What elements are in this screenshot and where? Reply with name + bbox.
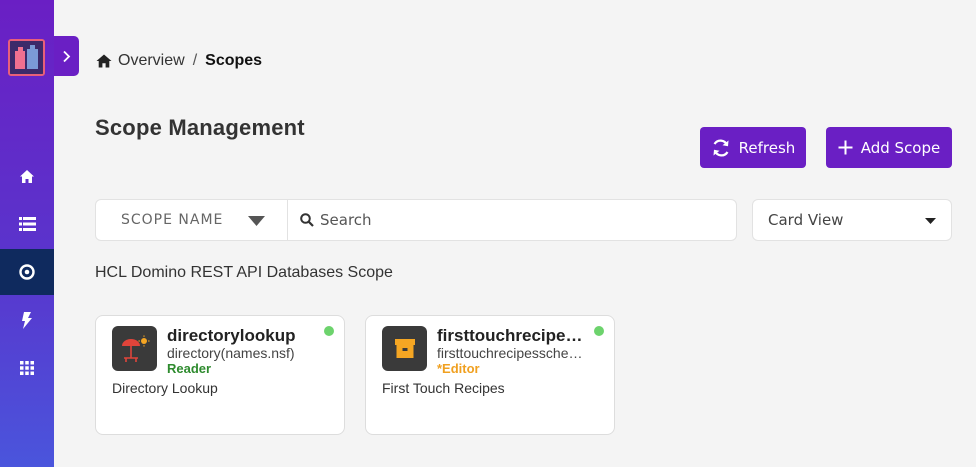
chevron-right-icon	[63, 50, 71, 62]
refresh-icon	[713, 139, 729, 156]
filter-bar: SCOPE NAME	[95, 199, 737, 241]
sidebar-item-scopes[interactable]	[0, 249, 54, 295]
breadcrumb: Overview / Scopes	[96, 52, 262, 70]
card-description: First Touch Recipes	[382, 380, 505, 396]
bolt-icon	[22, 311, 32, 329]
add-scope-label: Add Scope	[860, 138, 941, 157]
breadcrumb-current: Scopes	[205, 52, 263, 69]
plus-icon	[838, 140, 853, 155]
view-mode-select[interactable]: Card View	[752, 199, 952, 241]
add-scope-button[interactable]: Add Scope	[826, 127, 952, 168]
sidebar-item-apps[interactable]	[0, 345, 54, 391]
filter-field-select[interactable]: SCOPE NAME	[96, 200, 288, 240]
refresh-label: Refresh	[738, 138, 796, 157]
package-icon	[394, 338, 415, 358]
chevron-down-icon	[925, 218, 936, 224]
search-input[interactable]	[320, 211, 720, 229]
list-icon	[18, 217, 36, 231]
sidebar-item-list[interactable]	[0, 201, 54, 247]
app-logo[interactable]	[8, 39, 45, 76]
breadcrumb-overview-link[interactable]: Overview	[118, 52, 185, 70]
breadcrumb-separator: /	[192, 52, 198, 69]
status-indicator	[594, 326, 604, 336]
scope-icon	[19, 264, 35, 280]
card-name: firsttouchrecipesscheme	[437, 326, 587, 345]
card-description: Directory Lookup	[112, 380, 218, 396]
scope-card[interactable]: firsttouchrecipesscheme firsttouchrecipe…	[365, 315, 615, 435]
chevron-down-icon	[248, 216, 265, 226]
umbrella-table-icon	[121, 335, 149, 362]
home-icon	[20, 169, 34, 183]
page-title: Scope Management	[95, 115, 305, 140]
section-label: HCL Domino REST API Databases Scope	[95, 264, 393, 281]
logo-icon	[10, 41, 43, 74]
card-app-icon	[112, 326, 157, 371]
card-role-badge: Reader	[167, 361, 212, 376]
refresh-button[interactable]: Refresh	[700, 127, 806, 168]
card-app-icon	[382, 326, 427, 371]
status-indicator	[324, 326, 334, 336]
card-role-badge: *Editor	[437, 361, 480, 376]
filter-field-label: SCOPE NAME	[121, 212, 224, 228]
card-database-file: firsttouchrecipesscheme	[437, 345, 587, 361]
sidebar-item-home[interactable]	[0, 153, 54, 199]
card-database-file: directory(names.nsf)	[167, 345, 295, 361]
sidebar	[0, 0, 54, 467]
home-icon	[96, 54, 112, 68]
sidebar-expand-button[interactable]	[54, 36, 79, 76]
view-mode-label: Card View	[768, 211, 844, 229]
card-name: directorylookup	[167, 326, 296, 345]
apps-grid-icon	[20, 361, 34, 375]
sidebar-item-actions[interactable]	[0, 297, 54, 343]
search-icon	[300, 213, 314, 227]
scope-card[interactable]: directorylookup directory(names.nsf) Rea…	[95, 315, 345, 435]
search-box	[288, 200, 736, 240]
